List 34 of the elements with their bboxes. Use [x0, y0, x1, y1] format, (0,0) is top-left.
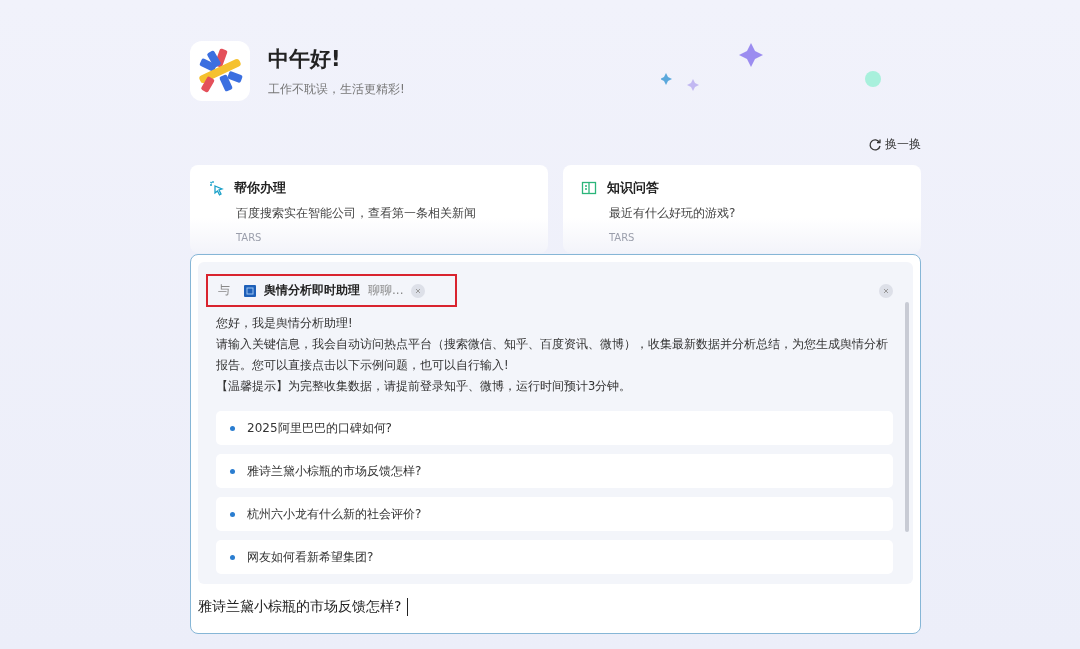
example-question[interactable]: 网友如何看新希望集团?	[216, 540, 893, 574]
bullet-icon	[230, 511, 235, 517]
intro-text: 您好，我是舆情分析助理!	[216, 315, 354, 332]
refresh-icon	[868, 137, 882, 152]
card-text: 最近有什么好玩的游戏?	[609, 205, 737, 222]
card-title: 知识问答	[607, 179, 659, 197]
bullet-icon	[230, 468, 235, 474]
bullet-icon	[230, 425, 235, 431]
card-source: TARS	[609, 232, 636, 243]
refresh-button[interactable]: 换一换	[868, 136, 921, 153]
example-question[interactable]: 2025阿里巴巴的口碑如何?	[216, 411, 893, 445]
logo-icon	[190, 41, 250, 101]
card-text: 百度搜索实在智能公司，查看第一条相关新闻	[236, 205, 477, 222]
card-source: TARS	[236, 232, 263, 243]
close-icon[interactable]	[879, 283, 893, 298]
remove-agent-icon[interactable]	[411, 283, 426, 298]
agent-name: 舆情分析即时助理	[264, 282, 360, 299]
intro-text: 请输入关键信息，我会自动访问热点平台（搜索微信、知乎、百度资讯、微博），收集最新数据并分析总结，为您生成舆情分析报告。您可以直接点击以下示例问题，也可以自行输入!	[216, 336, 889, 374]
suggestion-card[interactable]: 知识问答 最近有什么好玩的游戏? TARS	[563, 165, 921, 253]
cursor-click-icon	[208, 180, 224, 196]
book-icon	[581, 180, 597, 196]
agent-prefix: 与	[218, 282, 230, 299]
intro-text: 【温馨提示】为完整收集数据，请提前登录知乎、微博，运行时间预计3分钟。	[216, 378, 633, 395]
agent-avatar-icon	[244, 284, 256, 297]
greeting-subtitle: 工作不耽误，生活更精彩!	[268, 80, 405, 98]
example-question[interactable]: 杭州六小龙有什么新的社会评价?	[216, 497, 893, 531]
message-input[interactable]: 雅诗兰黛小棕瓶的市场反馈怎样?	[198, 598, 913, 616]
card-title: 帮你办理	[234, 179, 286, 197]
bullet-icon	[230, 554, 235, 560]
example-question[interactable]: 雅诗兰黛小棕瓶的市场反馈怎样?	[216, 454, 893, 488]
agent-suffix: 聊聊...	[368, 282, 404, 299]
suggestion-card[interactable]: 帮你办理 百度搜索实在智能公司，查看第一条相关新闻 TARS	[190, 165, 548, 253]
greeting-title: 中午好!	[268, 45, 342, 73]
agent-selector[interactable]: 与 舆情分析即时助理 聊聊...	[206, 274, 458, 307]
